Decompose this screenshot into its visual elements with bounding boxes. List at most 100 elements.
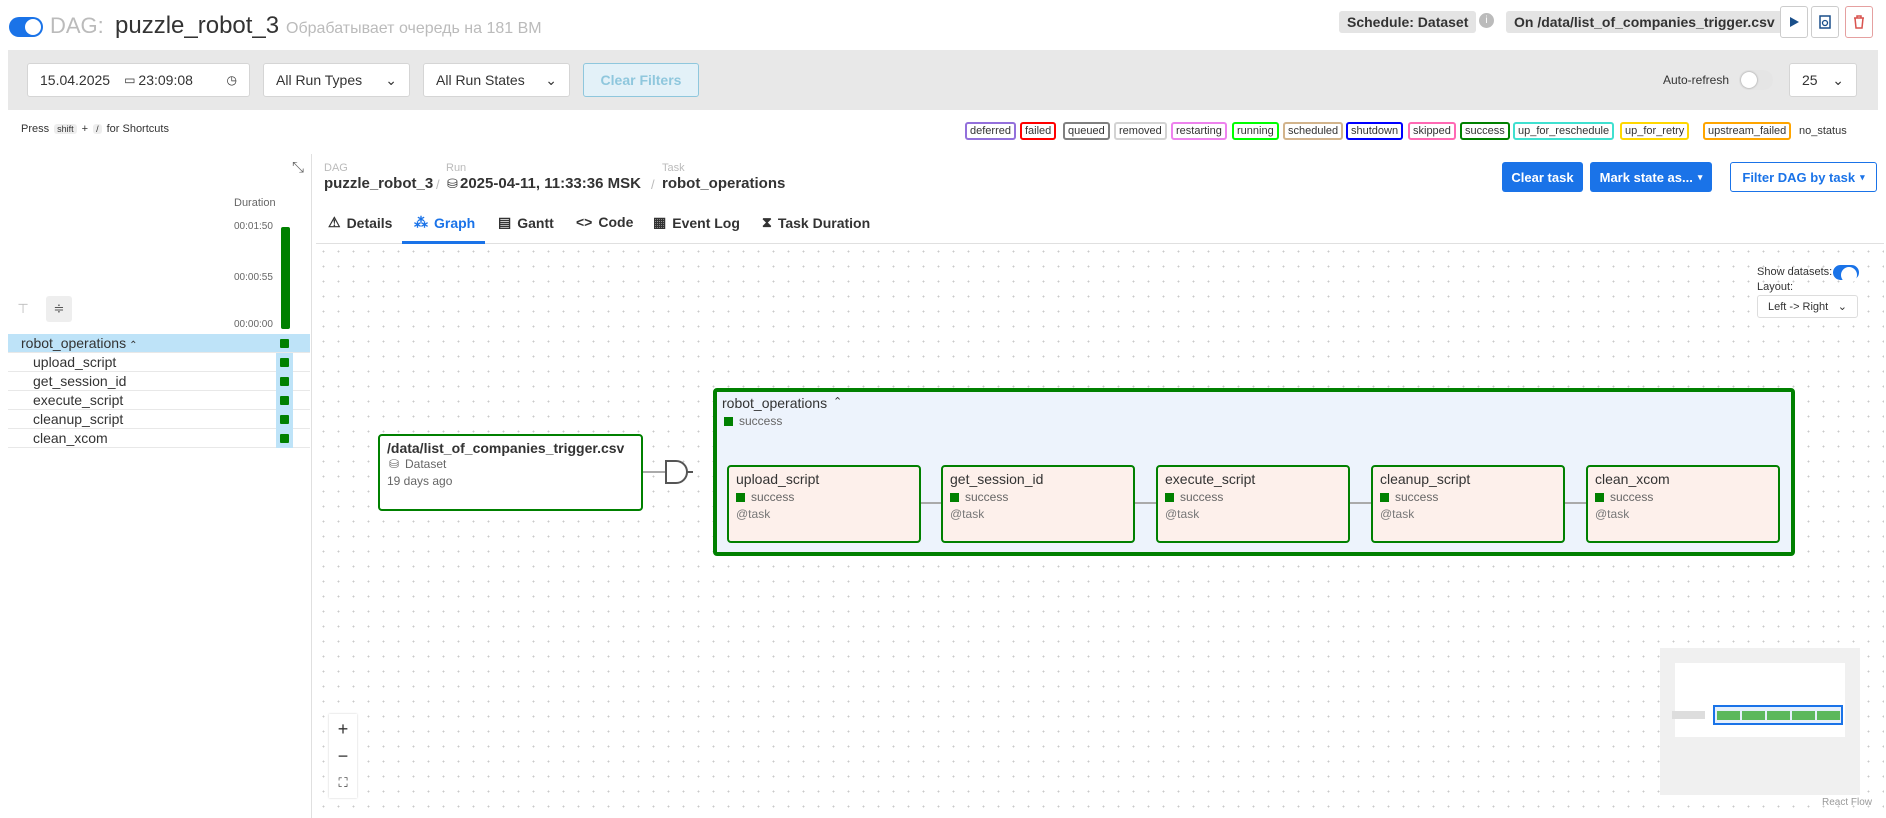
grid-task-row[interactable]: execute_script	[8, 391, 310, 410]
task-instance-square[interactable]	[280, 339, 289, 348]
tab-details[interactable]: ⚠ Details	[328, 214, 392, 231]
breadcrumb-dag[interactable]: puzzle_robot_3	[324, 175, 433, 192]
breadcrumb-task[interactable]: robot_operations	[662, 175, 785, 192]
grid-task-row[interactable]: upload_script	[8, 353, 310, 372]
minimap-task	[1792, 711, 1815, 720]
date-value: 15.04.2025	[40, 72, 111, 88]
dataset-node[interactable]: /data/list_of_companies_trigger.csv ⛁ Da…	[378, 434, 643, 511]
grid-task-label: clean_xcom	[33, 430, 108, 446]
trigger-dag-button[interactable]	[1780, 6, 1808, 38]
task-node-operator: @task	[1165, 507, 1200, 521]
duration-label: Duration	[234, 197, 276, 209]
run-types-select[interactable]: All Run Types ⌄	[263, 63, 410, 97]
react-flow-attribution[interactable]: React Flow	[1822, 797, 1872, 808]
info-icon[interactable]: i	[1479, 13, 1494, 28]
graph-icon: ⁂	[414, 214, 428, 230]
tab-graph[interactable]: ⁂ Graph	[414, 214, 475, 231]
edge	[921, 502, 941, 504]
task-instance-square[interactable]	[280, 434, 289, 443]
tab-event-log[interactable]: ▦ Event Log	[653, 214, 740, 231]
reparse-dag-button[interactable]	[1811, 6, 1839, 38]
dataset-type: Dataset	[405, 457, 447, 471]
tab-task-duration[interactable]: ⧗ Task Duration	[762, 214, 870, 231]
filter-bar: 15.04.2025 ▭ 23:09:08 ◷ All Run Types ⌄ …	[8, 50, 1878, 110]
zoom-out-button[interactable]: −	[330, 743, 356, 769]
breadcrumb-run[interactable]: 2025-04-11, 11:33:36 MSK	[460, 175, 641, 192]
shortcut-key-slash: /	[93, 124, 102, 134]
run-states-select[interactable]: All Run States ⌄	[423, 63, 570, 97]
task-node[interactable]: execute_script success @task	[1156, 465, 1350, 543]
grid-task-row[interactable]: get_session_id	[8, 372, 310, 391]
task-node-state-label: success	[1180, 490, 1224, 504]
tab-label: Gantt	[517, 214, 554, 231]
layout-select[interactable]: Left -> Right ⌄	[1757, 295, 1858, 318]
tab-code[interactable]: <> Code	[576, 214, 633, 230]
and-gate-icon	[665, 460, 693, 484]
chevron-down-icon: ⌄	[545, 71, 557, 88]
collapse-all-icon[interactable]: ≑	[46, 296, 72, 322]
legend-scheduled: scheduled	[1283, 122, 1344, 140]
chevron-down-icon: ⌄	[385, 71, 397, 88]
shortcuts-suffix: for Shortcuts	[106, 123, 169, 135]
task-node[interactable]: clean_xcom success @task	[1586, 465, 1780, 543]
trash-icon	[1854, 15, 1864, 29]
filter-dag-button[interactable]: Filter DAG by task ▾	[1730, 162, 1877, 192]
task-node-name: clean_xcom	[1595, 471, 1670, 487]
clock-icon: ◷	[226, 73, 237, 87]
minimap[interactable]	[1660, 648, 1860, 795]
dag-pause-toggle[interactable]	[9, 17, 43, 37]
breadcrumb-separator: /	[436, 177, 440, 192]
task-node-state-label: success	[1395, 490, 1439, 504]
task-node[interactable]: get_session_id success @task	[941, 465, 1135, 543]
task-instance-square[interactable]	[280, 396, 289, 405]
page-size-select[interactable]: 25 ⌄	[1789, 63, 1857, 97]
task-node[interactable]: cleanup_script success @task	[1371, 465, 1565, 543]
delete-dag-button[interactable]	[1845, 6, 1873, 38]
show-datasets-toggle[interactable]	[1833, 265, 1859, 283]
run-duration-bar[interactable]	[281, 227, 290, 329]
date-time-picker[interactable]: 15.04.2025 ▭ 23:09:08 ◷	[27, 63, 250, 97]
grid-task-row[interactable]: clean_xcom	[8, 429, 310, 448]
minimap-dataset	[1672, 711, 1705, 719]
edge	[1135, 502, 1156, 504]
tab-label: Details	[346, 214, 393, 231]
status-square	[724, 417, 733, 426]
clear-filters-button[interactable]: Clear Filters	[583, 63, 699, 97]
trigger-dataset-badge[interactable]: On /data/list_of_companies_trigger.csv	[1506, 11, 1783, 33]
expand-all-icon[interactable]: ⊤	[10, 296, 36, 322]
task-node-operator: @task	[1380, 507, 1415, 521]
page-header: DAG: puzzle_robot_3 Обрабатывает очередь…	[0, 0, 1886, 50]
chevron-up-icon: ⌃	[129, 340, 138, 351]
mark-state-button[interactable]: Mark state as... ▾	[1590, 162, 1712, 192]
grid-task-label: cleanup_script	[33, 411, 124, 427]
status-square	[950, 493, 959, 502]
gantt-icon: ▤	[498, 214, 512, 230]
tab-label: Event Log	[672, 214, 740, 231]
task-node-operator: @task	[950, 507, 985, 521]
task-instance-square[interactable]	[280, 358, 289, 367]
zoom-in-button[interactable]: +	[330, 716, 356, 742]
auto-refresh-toggle[interactable]	[1739, 70, 1773, 90]
minimap-task	[1742, 711, 1765, 720]
task-node[interactable]: upload_script success @task	[727, 465, 921, 543]
task-node-name: cleanup_script	[1380, 471, 1471, 487]
layout-label: Layout:	[1757, 281, 1794, 293]
fit-view-button[interactable]: ⛶	[330, 770, 356, 796]
task-instance-square[interactable]	[280, 377, 289, 386]
tab-label: Task Duration	[777, 214, 871, 231]
legend-removed: removed	[1114, 122, 1167, 140]
grid-task-row[interactable]: cleanup_script	[8, 410, 310, 429]
legend-no-status: no_status	[1799, 125, 1847, 137]
task-node-name: get_session_id	[950, 471, 1044, 487]
collapse-icon[interactable]: ⤡	[292, 159, 304, 176]
grid-group-row[interactable]: robot_operations ⌃	[8, 334, 310, 353]
legend-up-for-retry: up_for_retry	[1620, 122, 1690, 140]
clear-task-button[interactable]: Clear task	[1502, 162, 1583, 192]
minimap-task	[1817, 711, 1840, 720]
chevron-up-icon: ⌃	[833, 396, 843, 408]
task-instance-square[interactable]	[280, 415, 289, 424]
tab-gantt[interactable]: ▤ Gantt	[498, 214, 554, 231]
grid-task-label: execute_script	[33, 392, 124, 408]
dag-prefix: DAG:	[50, 13, 104, 38]
task-node-state-label: success	[1610, 490, 1654, 504]
